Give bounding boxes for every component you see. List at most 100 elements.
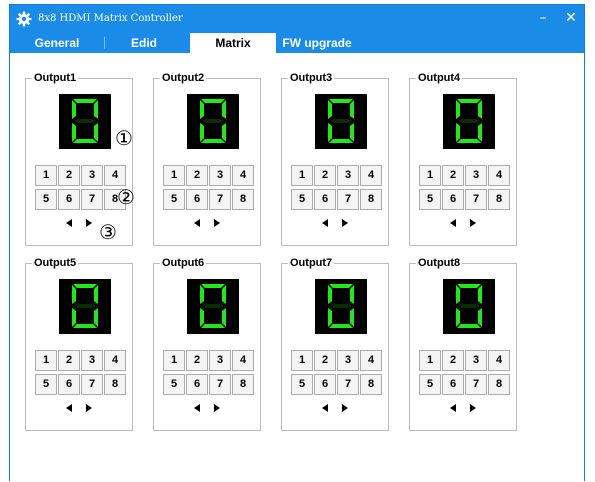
previous-arrow-icon[interactable]	[64, 218, 74, 228]
input-3-button[interactable]: 3	[209, 350, 231, 371]
input-3-button[interactable]: 3	[209, 165, 231, 186]
next-arrow-icon[interactable]	[84, 403, 94, 413]
input-5-button[interactable]: 5	[291, 189, 313, 210]
input-7-button[interactable]: 7	[337, 189, 359, 210]
input-7-button[interactable]: 7	[81, 189, 103, 210]
input-8-button[interactable]: 8	[360, 374, 382, 395]
input-8-button[interactable]: 8	[232, 189, 254, 210]
input-5-button[interactable]: 5	[35, 374, 57, 395]
segment-b	[94, 285, 98, 304]
tab-general[interactable]: General	[18, 33, 96, 53]
input-4-button[interactable]: 4	[488, 350, 510, 371]
tab-edid[interactable]: Edid	[106, 33, 182, 53]
previous-arrow-icon[interactable]	[448, 218, 458, 228]
input-button-row: 1234	[35, 350, 126, 371]
input-2-button[interactable]: 2	[186, 165, 208, 186]
next-arrow-icon[interactable]	[340, 403, 350, 413]
previous-arrow-icon[interactable]	[64, 403, 74, 413]
input-4-button[interactable]: 4	[232, 165, 254, 186]
input-2-button[interactable]: 2	[186, 350, 208, 371]
output-label: Output6	[160, 256, 207, 270]
input-2-button[interactable]: 2	[442, 165, 464, 186]
input-2-button[interactable]: 2	[58, 165, 80, 186]
segment-f	[328, 100, 332, 119]
input-2-button[interactable]: 2	[314, 165, 336, 186]
input-6-button[interactable]: 6	[314, 189, 336, 210]
segment-g	[74, 119, 96, 123]
input-7-button[interactable]: 7	[465, 374, 487, 395]
input-6-button[interactable]: 6	[58, 189, 80, 210]
next-arrow-icon[interactable]	[468, 218, 478, 228]
output-label: Output7	[288, 256, 335, 270]
input-3-button[interactable]: 3	[81, 350, 103, 371]
input-7-button[interactable]: 7	[465, 189, 487, 210]
input-1-button[interactable]: 1	[419, 165, 441, 186]
input-1-button[interactable]: 1	[163, 350, 185, 371]
next-arrow-icon[interactable]	[212, 403, 222, 413]
input-6-button[interactable]: 6	[442, 374, 464, 395]
input-8-button[interactable]: 8	[488, 374, 510, 395]
input-6-button[interactable]: 6	[186, 189, 208, 210]
input-8-button[interactable]: 8	[360, 189, 382, 210]
input-6-button[interactable]: 6	[314, 374, 336, 395]
close-button[interactable]: ✕	[560, 8, 582, 28]
seven-segment-display	[443, 94, 495, 149]
input-4-button[interactable]: 4	[360, 350, 382, 371]
input-4-button[interactable]: 4	[104, 165, 126, 186]
next-arrow-icon[interactable]	[84, 218, 94, 228]
previous-arrow-icon[interactable]	[448, 403, 458, 413]
input-2-button[interactable]: 2	[314, 350, 336, 371]
input-2-button[interactable]: 2	[58, 350, 80, 371]
next-arrow-icon[interactable]	[212, 218, 222, 228]
input-5-button[interactable]: 5	[163, 189, 185, 210]
input-1-button[interactable]: 1	[419, 350, 441, 371]
input-3-button[interactable]: 3	[337, 350, 359, 371]
segment-e	[328, 308, 332, 327]
input-button-row: 1234	[419, 165, 510, 186]
previous-arrow-icon[interactable]	[320, 218, 330, 228]
previous-arrow-icon[interactable]	[320, 403, 330, 413]
input-5-button[interactable]: 5	[291, 374, 313, 395]
input-7-button[interactable]: 7	[81, 374, 103, 395]
input-7-button[interactable]: 7	[209, 189, 231, 210]
input-1-button[interactable]: 1	[35, 165, 57, 186]
input-6-button[interactable]: 6	[58, 374, 80, 395]
title-bar[interactable]: 8x8 HDMI Matrix Controller – ✕	[10, 5, 584, 33]
minimize-button[interactable]: –	[532, 8, 554, 28]
input-1-button[interactable]: 1	[35, 350, 57, 371]
input-8-button[interactable]: 8	[232, 374, 254, 395]
input-4-button[interactable]: 4	[488, 165, 510, 186]
input-3-button[interactable]: 3	[81, 165, 103, 186]
tab-matrix[interactable]: Matrix	[190, 33, 276, 53]
input-4-button[interactable]: 4	[360, 165, 382, 186]
input-6-button[interactable]: 6	[442, 189, 464, 210]
input-button-row: 5678	[35, 374, 126, 395]
next-arrow-icon[interactable]	[468, 403, 478, 413]
input-5-button[interactable]: 5	[419, 374, 441, 395]
input-4-button[interactable]: 4	[232, 350, 254, 371]
segment-f	[72, 285, 76, 304]
input-8-button[interactable]: 8	[488, 189, 510, 210]
input-8-button[interactable]: 8	[104, 374, 126, 395]
input-5-button[interactable]: 5	[35, 189, 57, 210]
next-arrow-icon[interactable]	[340, 218, 350, 228]
callout-2: ②	[117, 185, 135, 209]
input-3-button[interactable]: 3	[465, 165, 487, 186]
input-5-button[interactable]: 5	[163, 374, 185, 395]
input-3-button[interactable]: 3	[337, 165, 359, 186]
input-7-button[interactable]: 7	[209, 374, 231, 395]
segment-e	[328, 123, 332, 142]
input-4-button[interactable]: 4	[104, 350, 126, 371]
input-1-button[interactable]: 1	[291, 165, 313, 186]
input-7-button[interactable]: 7	[337, 374, 359, 395]
previous-arrow-icon[interactable]	[192, 403, 202, 413]
segment-a	[73, 284, 97, 288]
input-1-button[interactable]: 1	[291, 350, 313, 371]
input-3-button[interactable]: 3	[465, 350, 487, 371]
input-2-button[interactable]: 2	[442, 350, 464, 371]
input-6-button[interactable]: 6	[186, 374, 208, 395]
input-1-button[interactable]: 1	[163, 165, 185, 186]
previous-arrow-icon[interactable]	[192, 218, 202, 228]
tab-fw-upgrade[interactable]: FW upgrade	[282, 33, 352, 53]
input-5-button[interactable]: 5	[419, 189, 441, 210]
